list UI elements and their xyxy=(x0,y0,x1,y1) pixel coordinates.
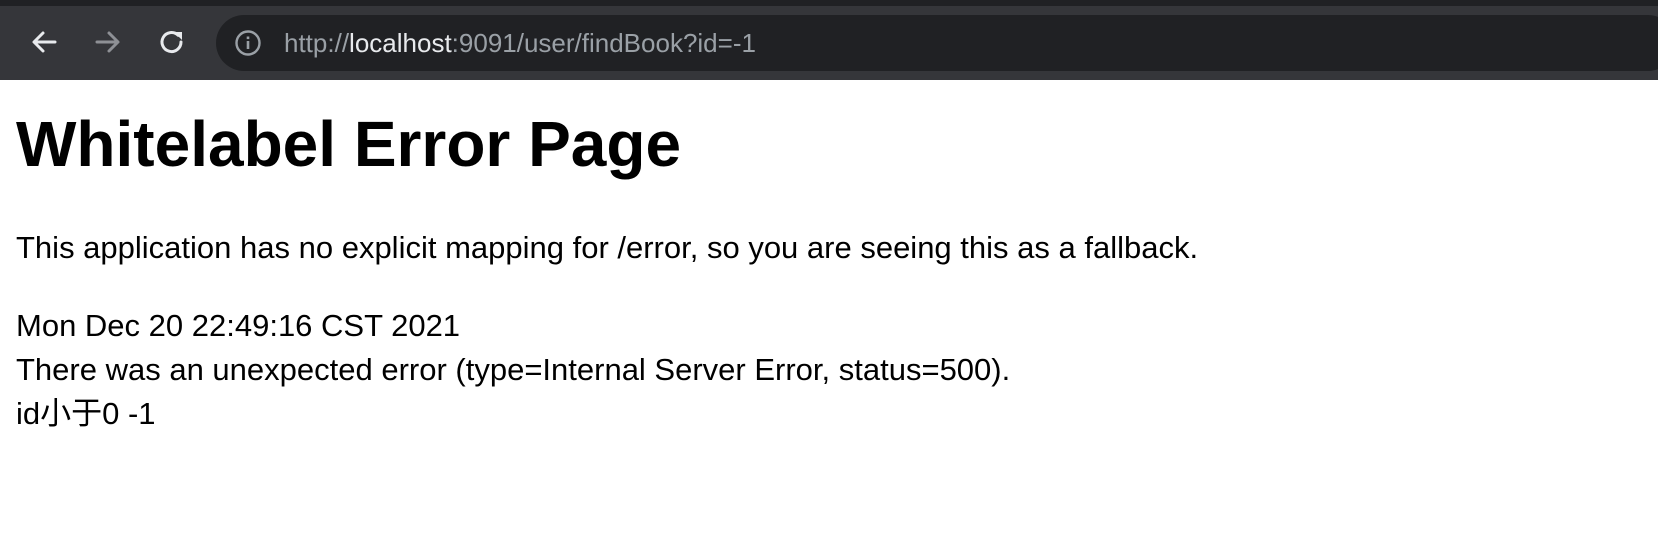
error-description: This application has no explicit mapping… xyxy=(16,230,1199,265)
url-path: :9091/user/findBook?id=-1 xyxy=(451,28,756,58)
address-bar[interactable]: http://localhost:9091/user/findBook?id=-… xyxy=(216,15,1658,71)
error-details: Mon Dec 20 22:49:16 CST 2021 There was a… xyxy=(16,304,1010,436)
url-scheme: http:// xyxy=(284,28,350,58)
arrow-right-icon xyxy=(95,31,120,53)
browser-toolbar: http://localhost:9091/user/findBook?id=-… xyxy=(0,0,1658,80)
arrow-left-icon xyxy=(32,31,57,53)
forward-button[interactable] xyxy=(88,22,128,62)
error-timestamp: Mon Dec 20 22:49:16 CST 2021 xyxy=(16,308,461,343)
page-title: Whitelabel Error Page xyxy=(16,108,682,180)
info-icon[interactable] xyxy=(234,29,262,57)
error-message: id小于0 -1 xyxy=(16,396,156,431)
url-text[interactable]: http://localhost:9091/user/findBook?id=-… xyxy=(284,28,756,58)
reload-button[interactable] xyxy=(152,22,192,62)
reload-icon xyxy=(160,31,183,54)
back-button[interactable] xyxy=(24,22,64,62)
url-host: localhost xyxy=(349,28,452,58)
error-type-status: There was an unexpected error (type=Inte… xyxy=(16,352,1011,387)
